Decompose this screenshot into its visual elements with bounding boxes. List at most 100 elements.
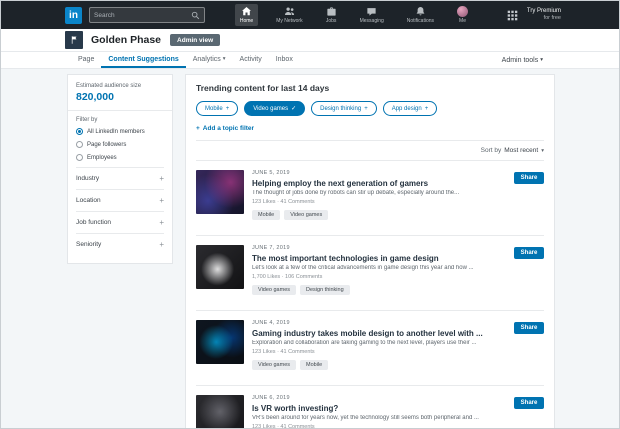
people-icon xyxy=(284,6,295,17)
nav-my-network[interactable]: My Network xyxy=(271,4,307,26)
topic-mobile[interactable]: Mobile+ xyxy=(196,101,238,116)
card-title[interactable]: Gaming industry takes mobile design to a… xyxy=(252,329,506,338)
page-tabs: Page Content Suggestions Analytics▾ Acti… xyxy=(1,52,619,69)
content-card: JUNE 7, 2019 The most important technolo… xyxy=(196,235,544,310)
sidebar-section-location[interactable]: Location + xyxy=(76,189,164,211)
radio-all-linkedin-members[interactable]: All LinkedIn members xyxy=(76,128,164,135)
card-title[interactable]: Is VR worth investing? xyxy=(252,404,506,413)
radio-page-followers[interactable]: Page followers xyxy=(76,141,164,148)
radio-icon xyxy=(76,154,83,161)
briefcase-icon xyxy=(326,6,337,17)
filter-by-label: Filter by xyxy=(76,117,164,123)
card-stats: 1,700 Likes · 106 Comments xyxy=(252,274,506,280)
topic-filters: Mobile+ Video games✓ Design thinking+ Ap… xyxy=(196,101,544,116)
page-title: Golden Phase xyxy=(91,34,161,46)
tab-analytics[interactable]: Analytics▾ xyxy=(186,52,233,68)
radio-icon xyxy=(76,141,83,148)
nav-me[interactable]: Me xyxy=(452,4,473,26)
card-date: JUNE 4, 2019 xyxy=(252,320,506,326)
card-tags: Video games Mobile xyxy=(252,360,506,370)
card-body: JUNE 5, 2019 Helping employ the next gen… xyxy=(252,170,506,235)
plus-icon: + xyxy=(159,197,164,205)
nav-home[interactable]: Home xyxy=(235,4,258,26)
search-icon[interactable] xyxy=(191,11,200,20)
chevron-down-icon: ▾ xyxy=(540,57,543,63)
avatar xyxy=(457,6,468,17)
admin-tools-dropdown[interactable]: Admin tools▾ xyxy=(502,52,543,68)
nav-jobs[interactable]: Jobs xyxy=(321,4,342,26)
tag[interactable]: Video games xyxy=(252,285,296,295)
audience-size-value: 820,000 xyxy=(76,91,164,103)
card-description: The thought of jobs done by robots can s… xyxy=(252,190,506,196)
sidebar-section-job-function[interactable]: Job function + xyxy=(76,211,164,233)
card-stats: 123 Likes · 41 Comments xyxy=(252,424,506,429)
add-icon: + xyxy=(425,106,429,112)
topic-video-games[interactable]: Video games✓ xyxy=(244,101,305,116)
card-stats: 123 Likes · 41 Comments xyxy=(252,199,506,205)
card-title[interactable]: Helping employ the next generation of ga… xyxy=(252,179,506,188)
add-topic-filter-link[interactable]: + Add a topic filter xyxy=(196,125,544,132)
tab-content-suggestions[interactable]: Content Suggestions xyxy=(101,52,185,68)
nav-label: Messaging xyxy=(360,18,384,24)
premium-line1: Try Premium xyxy=(527,8,561,16)
nav-label: Notifications xyxy=(407,18,434,24)
card-description: Exploration and collaboration are taking… xyxy=(252,340,506,346)
article-thumbnail xyxy=(196,245,244,289)
tag[interactable]: Mobile xyxy=(252,210,280,220)
tag[interactable]: Mobile xyxy=(300,360,328,370)
card-date: JUNE 6, 2019 xyxy=(252,395,506,401)
card-body: JUNE 4, 2019 Gaming industry takes mobil… xyxy=(252,320,506,385)
company-logo[interactable] xyxy=(65,31,83,49)
tag[interactable]: Video games xyxy=(284,210,328,220)
chat-icon xyxy=(366,6,377,17)
admin-view-badge: Admin view xyxy=(170,34,220,46)
try-premium-link[interactable]: Try Premium for free xyxy=(527,8,561,22)
company-header: Golden Phase Admin view xyxy=(1,29,619,52)
share-button[interactable]: Share xyxy=(514,322,544,334)
topic-design-thinking[interactable]: Design thinking+ xyxy=(311,101,377,116)
article-thumbnail xyxy=(196,170,244,214)
sort-value: Most recent xyxy=(504,147,538,154)
radio-employees[interactable]: Employees xyxy=(76,154,164,161)
topic-app-design[interactable]: App design+ xyxy=(383,101,438,116)
share-button[interactable]: Share xyxy=(514,172,544,184)
plus-icon: + xyxy=(159,241,164,249)
tab-activity[interactable]: Activity xyxy=(233,52,269,68)
apps-grid-icon[interactable] xyxy=(507,10,518,21)
chevron-down-icon: ▾ xyxy=(541,148,544,154)
plus-icon: + xyxy=(196,125,200,132)
top-navbar: in Home My Network Jobs Messaging xyxy=(1,1,619,29)
chevron-down-icon: ▾ xyxy=(223,56,226,62)
tag[interactable]: Video games xyxy=(252,360,296,370)
audience-size-label: Estimated audience size xyxy=(76,83,164,89)
content-card: JUNE 4, 2019 Gaming industry takes mobil… xyxy=(196,310,544,385)
sort-by-label: Sort by xyxy=(481,147,502,154)
sort-control[interactable]: Sort by Most recent ▾ xyxy=(196,140,544,160)
linkedin-logo[interactable]: in xyxy=(65,7,82,24)
content-card: JUNE 6, 2019 Is VR worth investing? VR's… xyxy=(196,385,544,429)
share-button[interactable]: Share xyxy=(514,247,544,259)
check-icon: ✓ xyxy=(291,105,296,112)
nav-messaging[interactable]: Messaging xyxy=(355,4,389,26)
linkedin-admin-page: in Home My Network Jobs Messaging xyxy=(0,0,620,429)
sidebar-section-seniority[interactable]: Seniority + xyxy=(76,233,164,255)
audience-sidebar: Estimated audience size 820,000 Filter b… xyxy=(67,74,173,264)
card-body: JUNE 6, 2019 Is VR worth investing? VR's… xyxy=(252,395,506,429)
nav-items: Home My Network Jobs Messaging Notificat… xyxy=(205,4,503,26)
home-icon xyxy=(241,6,252,17)
tag[interactable]: Design thinking xyxy=(300,285,350,295)
tab-inbox[interactable]: Inbox xyxy=(269,52,300,68)
card-title[interactable]: The most important technologies in game … xyxy=(252,254,506,263)
tab-page[interactable]: Page xyxy=(71,52,101,68)
sidebar-section-industry[interactable]: Industry + xyxy=(76,167,164,189)
search-input[interactable] xyxy=(94,12,191,19)
flag-icon xyxy=(69,35,79,45)
article-thumbnail xyxy=(196,395,244,429)
bell-icon xyxy=(415,6,426,17)
content-card: JUNE 5, 2019 Helping employ the next gen… xyxy=(196,160,544,235)
plus-icon: + xyxy=(159,175,164,183)
search-box[interactable] xyxy=(89,7,205,23)
nav-notifications[interactable]: Notifications xyxy=(402,4,439,26)
share-button[interactable]: Share xyxy=(514,397,544,409)
content-area: Estimated audience size 820,000 Filter b… xyxy=(1,69,619,429)
